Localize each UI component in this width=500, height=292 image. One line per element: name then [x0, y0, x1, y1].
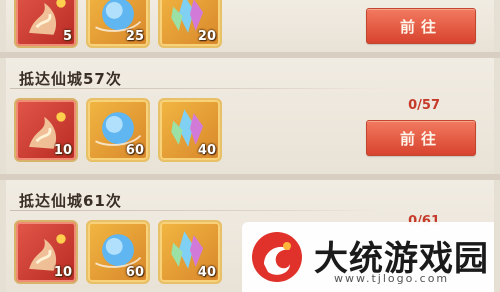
reward-red-dragon[interactable]: 5 — [14, 0, 78, 48]
title-underline — [10, 210, 384, 211]
reward-crystal[interactable]: 40 — [158, 98, 222, 162]
reward-count: 40 — [197, 265, 216, 280]
reward-blue-orb[interactable]: 60 — [86, 220, 150, 284]
go-button[interactable]: 前往 — [366, 120, 476, 156]
reward-count: 40 — [197, 143, 216, 158]
reward-count: 60 — [125, 143, 144, 158]
task-card-2: 抵达仙城57次 10 60 40 0/57 前往 — [6, 58, 494, 174]
reward-count: 25 — [125, 29, 144, 44]
site-watermark: 大统游戏园 www.tjlogo.com — [242, 222, 494, 292]
task-card-1: 5 25 20 前往 — [6, 0, 494, 52]
task-title: 抵达仙城57次 — [19, 70, 122, 88]
reward-blue-orb[interactable]: 25 — [86, 0, 150, 48]
reward-red-dragon[interactable]: 10 — [14, 98, 78, 162]
progress-text: 0/57 — [408, 98, 440, 113]
reward-count: 60 — [125, 265, 144, 280]
watermark-url: www.tjlogo.com — [334, 272, 450, 285]
reward-count: 5 — [62, 29, 72, 44]
reward-red-dragon[interactable]: 10 — [14, 220, 78, 284]
go-button[interactable]: 前往 — [366, 8, 476, 44]
reward-blue-orb[interactable]: 60 — [86, 98, 150, 162]
task-title: 抵达仙城61次 — [19, 192, 122, 210]
title-underline — [10, 88, 384, 89]
reward-crystal[interactable]: 20 — [158, 0, 222, 48]
reward-count: 10 — [53, 265, 72, 280]
reward-crystal[interactable]: 40 — [158, 220, 222, 284]
reward-count: 10 — [53, 143, 72, 158]
red-swirl-logo-icon — [252, 232, 302, 282]
reward-count: 20 — [197, 29, 216, 44]
